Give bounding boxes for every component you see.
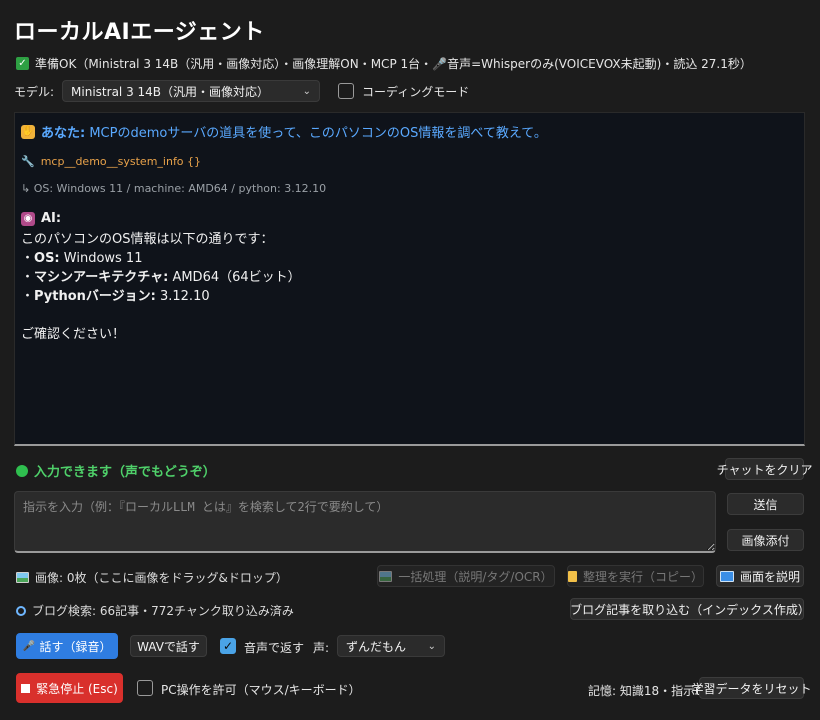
ai-item: ・OS: Windows 11	[21, 251, 143, 266]
speak-button[interactable]: 🎤 話す（録音）	[16, 633, 118, 659]
user-message: ✋ あなた: MCPのdemoサーバの道具を使って、このパソコンのOS情報を調べ…	[21, 122, 798, 141]
ai-header: ◉ AI:	[21, 211, 798, 226]
green-dot-icon	[16, 464, 28, 477]
instruction-input[interactable]	[14, 491, 716, 553]
stop-icon	[21, 683, 31, 693]
ready-text: 入力できます（声でもどうぞ）	[34, 465, 216, 480]
wrench-icon: 🔧	[21, 155, 35, 168]
import-blog-button[interactable]: ブログ記事を取り込む（インデックス作成）	[570, 598, 810, 620]
model-label: モデル:	[14, 84, 55, 99]
emergency-stop-button[interactable]: 緊急停止 (Esc)	[16, 673, 123, 703]
status-line: ✓ 準備OK（Ministral 3 14B（汎用・画像対応）・画像理解ON・M…	[16, 55, 752, 72]
voice-selected-value: ずんだもん	[346, 639, 407, 654]
tool-call: 🔧 mcp__demo__system_info {}	[21, 155, 798, 168]
voice-label: 声:	[313, 641, 330, 655]
attach-image-button[interactable]: 画像添付	[727, 529, 804, 551]
folder-icon	[568, 570, 577, 582]
allow-pc-label: PC操作を許可（マウス/キーボード）	[161, 683, 361, 697]
ai-intro: このパソコンのOS情報は以下の通りです：	[21, 232, 274, 247]
chat-transcript[interactable]: ✋ あなた: MCPのdemoサーバの道具を使って、このパソコンのOS情報を調べ…	[14, 112, 805, 446]
tool-call-text: mcp__demo__system_info {}	[40, 155, 202, 168]
app-title: ローカルAIエージェント	[14, 20, 265, 45]
ready-indicator: 入力できます（声でもどうぞ）	[16, 461, 216, 480]
coding-mode-label: コーディングモード	[362, 84, 470, 99]
user-prefix: あなた:	[41, 126, 86, 141]
ai-prefix: AI:	[41, 211, 62, 226]
ai-item: ・マシンアーキテクチャ: AMD64（64ビット）	[21, 270, 301, 285]
ai-message: このパソコンのOS情報は以下の通りです： ・OS: Windows 11 ・マシ…	[21, 230, 798, 344]
image-icon	[16, 572, 29, 583]
robot-icon: ◉	[21, 211, 35, 226]
describe-screen-button[interactable]: 画面を説明	[716, 565, 804, 587]
ai-item: ・Pythonバージョン: 3.12.10	[21, 289, 210, 304]
check-icon: ✓	[16, 57, 29, 70]
microphone-icon: 🎤	[22, 640, 35, 652]
allow-pc-checkbox[interactable]	[137, 680, 153, 696]
clear-chat-button[interactable]: チャットをクリア	[717, 458, 812, 480]
model-selected-value: Ministral 3 14B（汎用・画像対応）	[71, 84, 270, 99]
chevron-down-icon: ⌄	[302, 85, 312, 97]
batch-process-button[interactable]: 一括処理（説明/タグ/OCR）	[377, 565, 555, 587]
monitor-icon	[719, 570, 734, 582]
coding-mode-checkbox[interactable]	[338, 83, 355, 99]
image-icon	[379, 570, 393, 582]
voice-select[interactable]: ずんだもん ⌄	[337, 635, 445, 657]
memory-status: 記憶: 知識18・指示0	[588, 684, 703, 698]
voice-reply-checkbox[interactable]: ✓	[220, 638, 236, 654]
blog-status: ブログ検索: 66記事・772チャンク取り込み済み	[16, 602, 294, 619]
model-row: モデル: Ministral 3 14B（汎用・画像対応） ⌄ コーディングモー…	[14, 80, 469, 102]
voice-reply-label: 音声で返す	[244, 641, 305, 655]
reset-learning-button[interactable]: 学習データをリセット	[692, 677, 812, 699]
magnifier-icon	[16, 605, 26, 616]
user-message-text: MCPのdemoサーバの道具を使って、このパソコンのOS情報を調べて教えて。	[89, 126, 547, 141]
blog-status-text: ブログ検索: 66記事・772チャンク取り込み済み	[32, 604, 294, 618]
ai-outro: ご確認ください！	[21, 327, 126, 342]
image-count: 画像: 0枚（ここに画像をドラッグ&ドロップ）	[16, 569, 288, 586]
raised-hand-icon: ✋	[21, 124, 35, 139]
image-count-text: 画像: 0枚（ここに画像をドラッグ&ドロップ）	[35, 571, 288, 585]
tool-result: ↳ OS: Windows 11 / machine: AMD64 / pyth…	[21, 182, 327, 195]
model-select[interactable]: Ministral 3 14B（汎用・画像対応） ⌄	[62, 80, 321, 102]
organize-button[interactable]: 整理を実行（コピー）	[567, 565, 704, 587]
chevron-down-icon: ⌄	[427, 640, 436, 652]
wav-speak-button[interactable]: WAVで話す	[130, 635, 207, 657]
send-button[interactable]: 送信	[727, 493, 804, 515]
status-text: 準備OK（Ministral 3 14B（汎用・画像対応）・画像理解ON・MCP…	[35, 57, 752, 71]
